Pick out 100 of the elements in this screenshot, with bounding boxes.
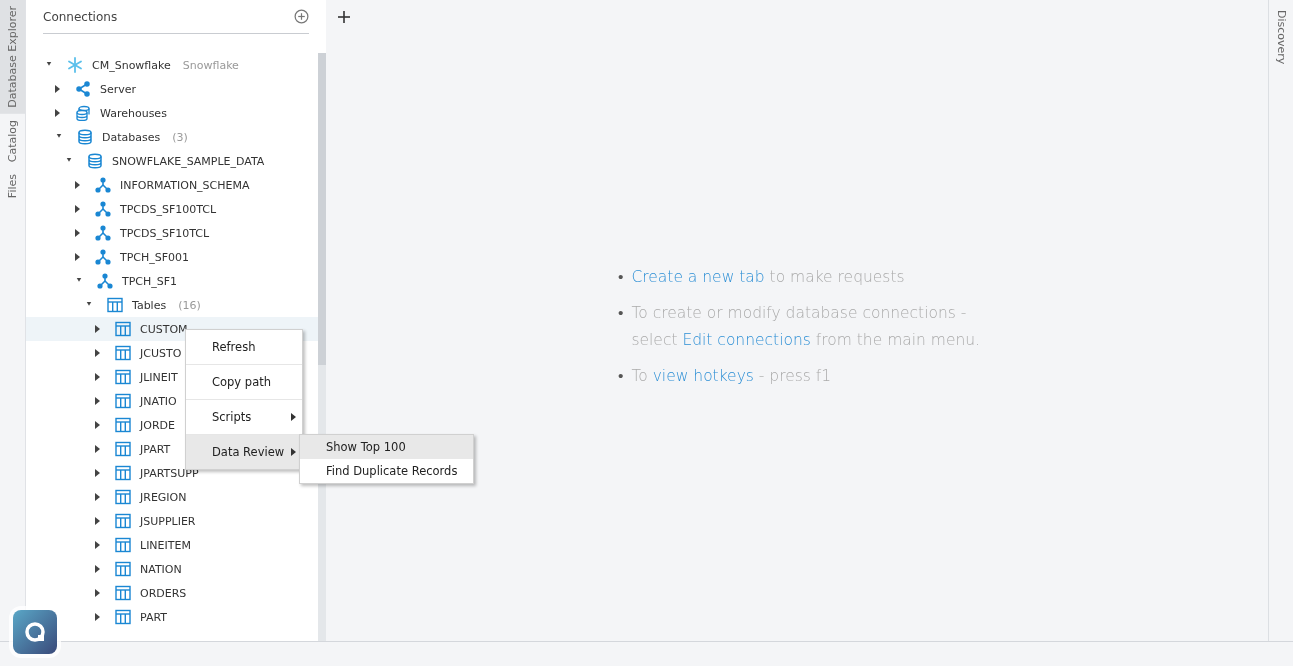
fork-icon bbox=[95, 201, 111, 217]
tree-item-label: TPCDS_SF100TCL bbox=[120, 202, 217, 216]
tree-item[interactable]: Tables (16) bbox=[85, 293, 201, 317]
item-count: (3) bbox=[172, 130, 188, 144]
item-count: (16) bbox=[178, 298, 201, 312]
menu-item[interactable]: Scripts bbox=[186, 400, 302, 435]
tree-item[interactable]: Databases (3) bbox=[55, 125, 188, 149]
caret-right-icon[interactable] bbox=[95, 373, 101, 381]
caret-right-icon[interactable] bbox=[95, 397, 101, 405]
caret-right-icon[interactable] bbox=[95, 469, 101, 477]
tree-item-label: Server bbox=[100, 82, 137, 96]
caret-right-icon[interactable] bbox=[75, 253, 81, 261]
tree-item[interactable]: Warehouses bbox=[55, 101, 167, 125]
caret-right-icon[interactable] bbox=[75, 181, 81, 189]
tree-item[interactable]: TPCDS_SF100TCL bbox=[75, 197, 217, 221]
caret-right-icon[interactable] bbox=[95, 589, 101, 597]
tip-text: Create a new tab to make requests bbox=[631, 267, 905, 288]
caret-right-icon[interactable] bbox=[95, 421, 101, 429]
tree-item-label: JNATIO bbox=[140, 394, 177, 408]
tree-item-label: Databases bbox=[102, 130, 161, 144]
table-icon bbox=[115, 465, 131, 481]
tree-item-label: INFORMATION_SCHEMA bbox=[120, 178, 250, 192]
menu-item[interactable]: Find Duplicate Records bbox=[300, 459, 473, 483]
tree-item[interactable]: LINEITEM bbox=[95, 533, 191, 557]
tree-item[interactable]: NATION bbox=[95, 557, 182, 581]
side-tab[interactable]: Files bbox=[0, 168, 25, 205]
table-icon bbox=[115, 537, 131, 553]
menu-item[interactable]: Data Review bbox=[186, 435, 302, 469]
caret-down-icon[interactable] bbox=[55, 134, 63, 140]
menu-item[interactable]: Copy path bbox=[186, 365, 302, 400]
tree-item-label: CM_Snowflake bbox=[92, 58, 171, 72]
table-icon bbox=[115, 561, 131, 577]
share-icon bbox=[75, 81, 91, 97]
tree-item-label: NATION bbox=[140, 562, 182, 576]
caret-right-icon[interactable] bbox=[95, 517, 101, 525]
tree-item[interactable]: PART bbox=[95, 605, 168, 629]
tree-item-label: JPART bbox=[140, 442, 171, 456]
table-icon bbox=[115, 609, 131, 625]
tree-item[interactable]: INFORMATION_SCHEMA bbox=[75, 173, 250, 197]
tree-item-label: TPCDS_SF10TCL bbox=[120, 226, 210, 240]
caret-right-icon[interactable] bbox=[75, 205, 81, 213]
caret-right-icon[interactable] bbox=[95, 445, 101, 453]
tree-item[interactable]: JORDE bbox=[95, 413, 175, 437]
tree-item-label: TPCH_SF1 bbox=[122, 274, 178, 288]
caret-right-icon[interactable] bbox=[55, 85, 61, 93]
tree-item[interactable]: JREGION bbox=[95, 485, 187, 509]
tree-item-label: LINEITEM bbox=[140, 538, 191, 552]
caret-right-icon[interactable] bbox=[95, 565, 101, 573]
caret-down-icon[interactable] bbox=[45, 62, 53, 68]
fork-icon bbox=[95, 177, 111, 193]
tree-item[interactable]: TPCH_SF1 bbox=[75, 269, 178, 293]
caret-right-icon[interactable] bbox=[75, 229, 81, 237]
add-circle-icon[interactable] bbox=[294, 9, 309, 24]
table-icon bbox=[115, 417, 131, 433]
side-tab[interactable]: Discovery bbox=[1269, 0, 1293, 75]
tree-item[interactable]: JCUSTO bbox=[95, 341, 182, 365]
table-icon bbox=[115, 369, 131, 385]
caret-right-icon[interactable] bbox=[55, 109, 61, 117]
caret-right-icon[interactable] bbox=[95, 349, 101, 357]
tree-item[interactable]: JSUPPLIER bbox=[95, 509, 196, 533]
tree-item[interactable]: SNOWFLAKE_SAMPLE_DATA bbox=[65, 149, 265, 173]
tree-item[interactable]: Server bbox=[55, 77, 137, 101]
menu-item[interactable]: Refresh bbox=[186, 330, 302, 365]
caret-down-icon[interactable] bbox=[65, 158, 73, 164]
tree-item-label: ORDERS bbox=[140, 586, 187, 600]
tree-item-label: SNOWFLAKE_SAMPLE_DATA bbox=[112, 154, 265, 168]
tree-item[interactable]: ORDERS bbox=[95, 581, 187, 605]
caret-down-icon[interactable] bbox=[75, 278, 83, 284]
tree-item-label: JSUPPLIER bbox=[140, 514, 196, 528]
tree-item[interactable]: CM_Snowflake Snowflake bbox=[45, 53, 239, 77]
tree-item[interactable]: JNATIO bbox=[95, 389, 177, 413]
caret-right-icon[interactable] bbox=[95, 325, 101, 333]
tree-item[interactable]: JLINEIT bbox=[95, 365, 178, 389]
table-icon bbox=[115, 345, 131, 361]
tree-item-label: JORDE bbox=[140, 418, 175, 432]
tree-item-label: JLINEIT bbox=[140, 370, 178, 384]
side-tab[interactable]: Catalog bbox=[0, 113, 25, 169]
caret-right-icon[interactable] bbox=[95, 493, 101, 501]
tree-item-label: TPCH_SF001 bbox=[120, 250, 190, 264]
table-icon bbox=[107, 297, 123, 313]
tree-item[interactable]: TPCH_SF001 bbox=[75, 245, 190, 269]
table-icon bbox=[115, 489, 131, 505]
side-tab[interactable]: Database Explorer bbox=[0, 0, 25, 114]
tree-item-label: Warehouses bbox=[100, 106, 167, 120]
tip-text: To create or modify database connections - select Edit connections from the main menu. bbox=[631, 303, 981, 351]
caret-right-icon[interactable] bbox=[95, 613, 101, 621]
tree-item[interactable]: TPCDS_SF10TCL bbox=[75, 221, 210, 245]
tree-item[interactable]: JPART bbox=[95, 437, 171, 461]
connection-type: Snowflake bbox=[182, 58, 239, 72]
table-icon bbox=[115, 441, 131, 457]
caret-right-icon[interactable] bbox=[95, 541, 101, 549]
scrollbar-thumb[interactable] bbox=[318, 53, 326, 365]
snowflake-icon bbox=[67, 57, 83, 73]
tree-item-label: JCUSTO bbox=[140, 346, 182, 360]
menu-item[interactable]: Show Top 100 bbox=[300, 435, 473, 459]
bullet: • bbox=[618, 366, 624, 387]
tree-item-label: JREGION bbox=[140, 490, 187, 504]
caret-down-icon[interactable] bbox=[85, 302, 93, 308]
bullet: • bbox=[618, 267, 624, 288]
fork-icon bbox=[97, 273, 113, 289]
